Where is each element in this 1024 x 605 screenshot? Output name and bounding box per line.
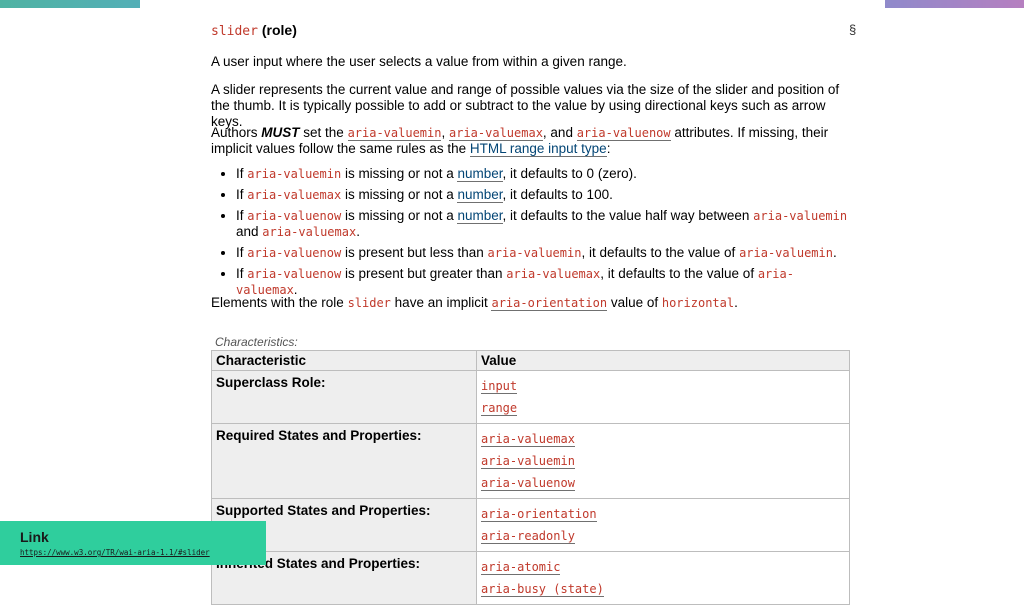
code-ref: aria-valuenow xyxy=(247,246,342,260)
text: , it defaults to the value half way betw… xyxy=(502,208,754,223)
row-values: input range xyxy=(476,370,850,424)
column-header: Value xyxy=(476,350,850,371)
text: is missing or not a xyxy=(341,166,458,181)
text: . xyxy=(832,245,837,260)
text: Elements with the role xyxy=(211,295,348,310)
description-paragraph: A slider represents the current value an… xyxy=(211,82,840,129)
text: If xyxy=(236,266,248,281)
row-key: Superclass Role: xyxy=(211,370,477,424)
aria-orientation-link[interactable]: aria-orientation xyxy=(491,296,608,311)
number-link[interactable]: number xyxy=(457,166,503,182)
text: If xyxy=(236,166,248,181)
text: , it defaults to the value of xyxy=(581,245,740,260)
table-row: Supported States and Properties: aria-or… xyxy=(211,498,850,552)
heading-role-suffix: (role) xyxy=(261,22,297,38)
text: value of xyxy=(607,295,662,310)
text: and xyxy=(236,224,263,239)
code-ref: aria-valuemax xyxy=(262,225,357,239)
link-overlay-title: Link xyxy=(20,529,49,545)
value-link[interactable]: aria-orientation xyxy=(481,507,597,522)
value-link[interactable]: input xyxy=(481,379,518,394)
code-ref: aria-valuemin xyxy=(753,209,848,223)
text: . xyxy=(734,295,738,310)
table-row: Required States and Properties: aria-val… xyxy=(211,423,850,499)
value-link[interactable]: range xyxy=(481,401,518,416)
value-link[interactable]: aria-valuemin xyxy=(481,454,575,469)
value-link[interactable]: aria-valuenow xyxy=(481,476,575,491)
value-link[interactable]: aria-readonly xyxy=(481,529,575,544)
text: is present but greater than xyxy=(341,266,507,281)
number-link[interactable]: number xyxy=(457,208,503,224)
text: , it defaults to 100. xyxy=(502,187,613,202)
text: is present but less than xyxy=(341,245,488,260)
code-ref: slider xyxy=(347,296,391,310)
code-ref: aria-valuemin xyxy=(487,246,582,260)
code-ref: aria-valuemax xyxy=(247,188,342,202)
text: have an implicit xyxy=(390,295,492,310)
aria-valuenow-link[interactable]: aria-valuenow xyxy=(576,126,671,141)
link-overlay-box: Link https://www.w3.org/TR/wai-aria-1.1/… xyxy=(0,521,266,565)
code-ref: aria-valuemax xyxy=(506,267,601,281)
table-header-row: Characteristic Value xyxy=(211,350,850,371)
value-link[interactable]: aria-busy (state) xyxy=(481,582,604,597)
list-item: If aria-valuenow is present but less tha… xyxy=(236,245,851,261)
definition-paragraph: A user input where the user selects a va… xyxy=(211,54,627,69)
row-values: aria-orientation aria-readonly xyxy=(476,498,850,552)
table-caption: Characteristics: xyxy=(215,335,298,349)
list-item: If aria-valuenow is missing or not a num… xyxy=(236,208,851,240)
authors-paragraph: Authors MUST set the aria-valuemin, aria… xyxy=(211,125,851,157)
section-heading: slider (role) xyxy=(211,22,297,39)
top-bar-gap xyxy=(140,0,885,8)
aria-valuemin-link[interactable]: aria-valuemin xyxy=(347,126,442,141)
code-ref: aria-valuemin xyxy=(739,246,833,260)
must-keyword: MUST xyxy=(261,125,300,140)
code-ref: aria-valuemin xyxy=(247,167,342,181)
text: If xyxy=(236,208,248,223)
link-overlay-url[interactable]: https://www.w3.org/TR/wai-aria-1.1/#slid… xyxy=(20,548,210,557)
text: is missing or not a xyxy=(341,208,458,223)
text: If xyxy=(236,187,248,202)
characteristics-table: Characteristic Value Superclass Role: in… xyxy=(211,350,850,605)
orientation-paragraph: Elements with the role slider have an im… xyxy=(211,295,851,311)
text: , it defaults to 0 (zero). xyxy=(502,166,637,181)
code-ref: aria-valuenow xyxy=(247,209,342,223)
list-item: If aria-valuenow is present but greater … xyxy=(236,266,851,298)
value-link[interactable]: aria-atomic xyxy=(481,560,561,575)
number-link[interactable]: number xyxy=(457,187,503,203)
text: is missing or not a xyxy=(341,187,458,202)
aria-valuemax-link[interactable]: aria-valuemax xyxy=(449,126,543,141)
row-values: aria-atomic aria-busy (state) xyxy=(476,551,850,605)
code-ref: aria-valuenow xyxy=(247,267,342,281)
list-item: If aria-valuemin is missing or not a num… xyxy=(236,166,851,182)
text: , xyxy=(441,125,449,140)
row-key: Required States and Properties: xyxy=(211,423,477,499)
heading-role-code: slider xyxy=(211,24,258,39)
text: , and xyxy=(542,125,577,140)
column-header: Characteristic xyxy=(211,350,477,371)
section-anchor-link[interactable]: § xyxy=(849,22,856,37)
html-range-input-link[interactable]: HTML range input type xyxy=(469,141,607,157)
value-link[interactable]: aria-valuemax xyxy=(481,432,575,447)
text: Authors xyxy=(211,125,262,140)
default-rules-list: If aria-valuemin is missing or not a num… xyxy=(211,166,851,303)
text: , it defaults to the value of xyxy=(600,266,758,281)
code-ref: horizontal xyxy=(661,296,735,310)
text: . xyxy=(356,224,360,239)
row-values: aria-valuemax aria-valuemin aria-valueno… xyxy=(476,423,850,499)
table-row: Inherited States and Properties: aria-at… xyxy=(211,551,850,605)
text: If xyxy=(236,245,248,260)
table-row: Superclass Role: input range xyxy=(211,370,850,424)
text: : xyxy=(606,141,611,156)
text: set the xyxy=(299,125,348,140)
list-item: If aria-valuemax is missing or not a num… xyxy=(236,187,851,203)
